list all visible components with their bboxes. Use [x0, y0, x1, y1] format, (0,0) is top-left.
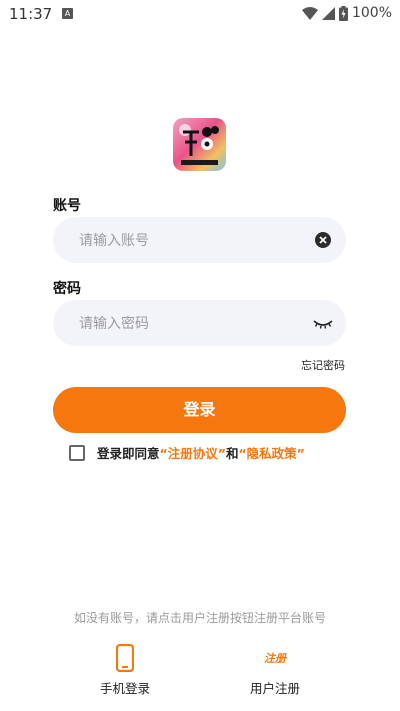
register-icon: 注册: [264, 652, 286, 665]
forgot-password-link[interactable]: 忘记密码: [301, 357, 345, 373]
account-input[interactable]: [77, 217, 301, 265]
password-label: 密码: [53, 281, 81, 297]
agreement-prefix: 登录即同意: [97, 446, 160, 461]
phone-icon: [116, 644, 134, 672]
phone-login-button[interactable]: 手机登录: [75, 642, 175, 697]
wifi-icon: [301, 6, 318, 20]
privacy-link[interactable]: “隐私政策”: [238, 443, 304, 462]
notification-a-icon: A: [62, 8, 73, 19]
battery-icon: [338, 5, 348, 21]
account-label: 账号: [53, 198, 81, 214]
clear-icon[interactable]: [314, 231, 332, 249]
agreement-row: 登录即同意 “注册协议” 和 “隐私政策”: [69, 443, 305, 462]
app-logo: [173, 118, 226, 171]
agreement-and: 和: [225, 446, 239, 461]
register-hint: 如没有账号，请点击用户注册按钮注册平台账号: [73, 611, 326, 625]
signal-icon: [321, 6, 335, 20]
terms-link[interactable]: “注册协议”: [160, 443, 226, 462]
user-register-button[interactable]: 注册 用户注册: [225, 642, 325, 697]
phone-login-label: 手机登录: [99, 681, 150, 696]
password-field: [53, 300, 346, 348]
password-input[interactable]: [77, 300, 301, 348]
agreement-checkbox[interactable]: [69, 444, 85, 461]
user-register-label: 用户注册: [249, 681, 300, 696]
account-field: [53, 217, 346, 265]
login-button[interactable]: 登录: [53, 387, 346, 433]
status-time: 11:37: [9, 5, 53, 23]
status-bar: 11:37 A 100%: [0, 0, 400, 28]
battery-percent: 100%: [351, 5, 392, 21]
status-right: 100%: [301, 5, 392, 21]
eye-closed-icon[interactable]: [313, 314, 333, 332]
